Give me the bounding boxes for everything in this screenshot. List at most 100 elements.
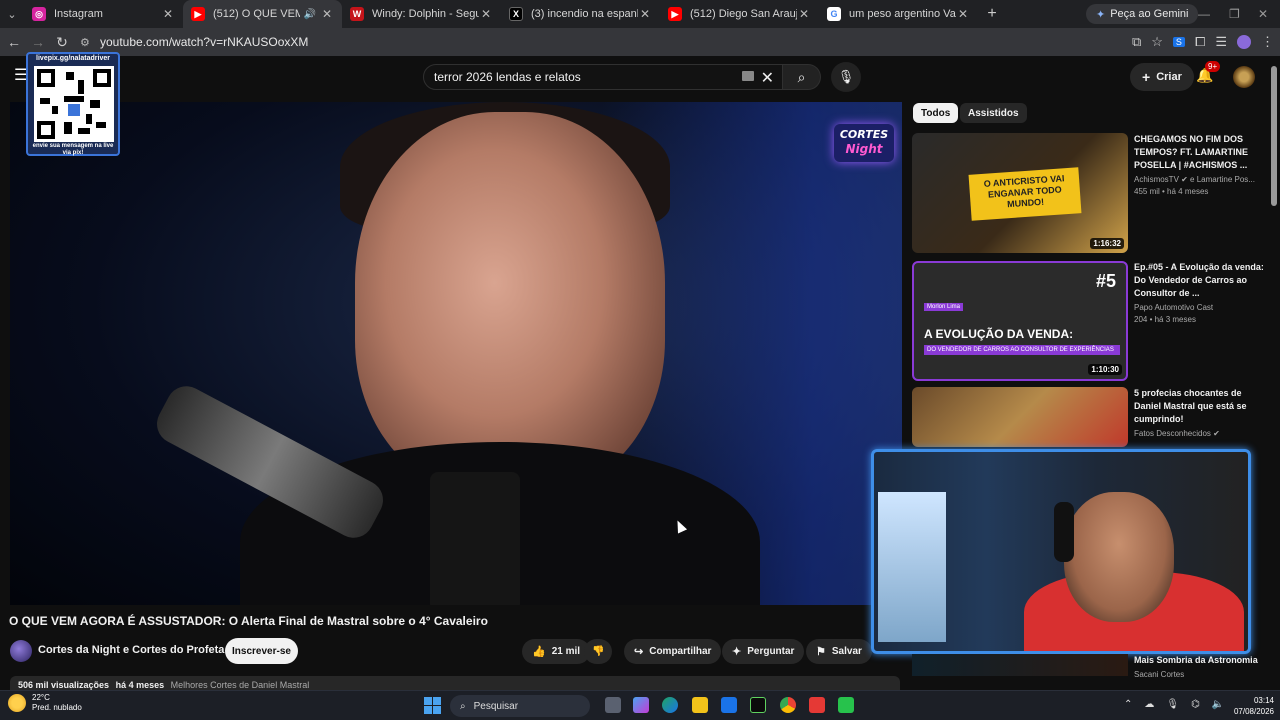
forward-icon[interactable]: → (26, 30, 50, 54)
chip-todos[interactable]: Todos (913, 103, 959, 123)
cloud-icon[interactable]: ☁ (1144, 699, 1154, 710)
bookmark-star-icon[interactable]: ☆ (1151, 34, 1163, 50)
file-explorer-icon[interactable] (692, 697, 708, 713)
task-view-icon[interactable] (605, 697, 621, 713)
recommendation-channel[interactable]: Fatos Desconhecidos ✔ (1134, 429, 1264, 438)
page-scrollbar[interactable] (1271, 66, 1277, 206)
description-box[interactable]: 506 mil visualizações há 4 meses Melhore… (10, 676, 900, 690)
dislike-button[interactable]: 👎 (584, 639, 613, 664)
app-chat-icon[interactable] (838, 697, 854, 713)
video-thumbnail[interactable] (912, 654, 1128, 676)
recommendation-title[interactable]: Ep.#05 - A Evolução da venda: Do Vendedo… (1134, 261, 1264, 300)
recommendation-channel[interactable]: AchismosTV ✔ e Lamartine Pos... (1134, 175, 1264, 184)
close-tab-icon[interactable]: ✕ (161, 7, 175, 21)
video-thumbnail[interactable]: O ANTICRISTO VAI ENGANAR TODO MUNDO! 1:1… (912, 133, 1128, 253)
clear-search-icon[interactable]: ✕ (761, 68, 774, 88)
recommendation-title[interactable]: CHEGAMOS NO FIM DOS TEMPOS? FT. LAMARTIN… (1134, 133, 1264, 172)
copilot-icon[interactable] (633, 697, 649, 713)
gemini-icon: ✦ (1096, 8, 1106, 21)
maximize-icon[interactable]: ❐ (1229, 0, 1240, 28)
livepix-qr-overlay: livepix.gg/nalatadriver envie sua mensag… (26, 52, 120, 156)
app-green-icon[interactable] (750, 697, 766, 713)
recommendation-item[interactable]: #5 Morlon Lima A EVOLUÇÃO DA VENDA: DO V… (912, 261, 1267, 381)
recommendation-title[interactable]: 5 profecias chocantes de Daniel Mastral … (1134, 387, 1264, 426)
install-app-icon[interactable]: ⧉ (1132, 34, 1141, 50)
share-button[interactable]: ↪ Compartilhar (624, 639, 722, 664)
tray-overflow-icon[interactable]: ⌃ (1124, 699, 1132, 710)
mic-tray-icon[interactable]: 🎙 (1166, 699, 1179, 710)
sparkle-icon: ✦ (732, 646, 742, 658)
video-thumbnail[interactable]: #5 Morlon Lima A EVOLUÇÃO DA VENDA: DO V… (912, 261, 1128, 381)
recommendation-item[interactable]: O ANTICRISTO VAI ENGANAR TODO MUNDO! 1:1… (912, 133, 1267, 253)
tab-instagram[interactable]: ◎ Instagram ✕ (24, 0, 183, 28)
youtube-icon: ▶ (668, 7, 682, 21)
extension-s-icon[interactable]: S (1172, 37, 1185, 47)
video-thumbnail[interactable] (912, 387, 1128, 447)
gemini-label: Peça ao Gemini (1110, 8, 1189, 20)
weather-widget[interactable]: 22°C Pred. nublado (8, 693, 82, 713)
recommendation-item[interactable]: 5 profecias chocantes de Daniel Mastral … (912, 387, 1267, 447)
clock-date: 07/08/2026 (1233, 707, 1274, 716)
new-tab-button[interactable]: + (978, 5, 1006, 23)
taskbar-search[interactable]: ⌕ Pesquisar (450, 695, 590, 717)
back-icon[interactable]: ← (2, 30, 26, 54)
tab-x-search[interactable]: X (3) incendio na espanha - Busc ✕ (501, 0, 660, 28)
extensions-puzzle-icon[interactable]: ⧠ (1195, 34, 1205, 50)
chrome-icon[interactable] (780, 697, 796, 713)
browser-menu-icon[interactable]: ⋮ (1261, 34, 1274, 50)
search-input[interactable] (434, 70, 734, 84)
thumbnail-number: #5 (1095, 271, 1116, 291)
tab-windy[interactable]: W Windy: Dolphin - Seguidor de ✕ (342, 0, 501, 28)
windows-start-icon[interactable] (424, 697, 441, 714)
thumbnail-subcaption: DO VENDEDOR DE CARROS AO CONSULTOR DE EX… (924, 345, 1120, 355)
share-icon: ↪ (634, 646, 644, 658)
tab-list-icon[interactable]: ☰ (1215, 34, 1227, 50)
search-button[interactable]: ⌕ (783, 64, 821, 90)
tab-google[interactable]: G um peso argentino Vale quanto ✕ (819, 0, 978, 28)
chip-assistidos[interactable]: Assistidos (960, 103, 1027, 123)
notifications-button[interactable]: 🔔 9+ (1196, 61, 1221, 84)
close-window-icon[interactable]: ✕ (1258, 0, 1268, 28)
site-info-icon[interactable]: ⚙ (80, 36, 100, 49)
store-icon[interactable] (721, 697, 737, 713)
recommendation-channel[interactable]: Papo Automotivo Cast (1134, 303, 1264, 312)
recommendation-item[interactable]: Mais Sombria da Astronomia Sacani Cortes (912, 654, 1267, 679)
account-avatar[interactable] (1233, 66, 1255, 88)
voice-search-button[interactable]: 🎙 (831, 62, 861, 92)
network-icon[interactable]: ⌬ (1191, 699, 1200, 710)
subscribe-button[interactable]: Inscrever-se (225, 638, 298, 664)
edge-icon[interactable] (662, 697, 678, 713)
app-red-icon[interactable] (809, 697, 825, 713)
close-tab-icon[interactable]: ✕ (956, 7, 970, 21)
tab-youtube-active[interactable]: ▶ (512) O QUE VEM AGORA É 🔊 ✕ (183, 0, 342, 28)
tab-youtube-2[interactable]: ▶ (512) Diego San Araujo - YouTu ✕ (660, 0, 819, 28)
ask-button[interactable]: ✦ Perguntar (722, 639, 805, 664)
speaker-icon[interactable]: 🔊 (304, 9, 316, 20)
save-button[interactable]: ⚑ Salvar (806, 639, 872, 664)
tab-search-icon[interactable]: ⌄ (0, 0, 24, 28)
address-bar: ← → ↻ ⚙ youtube.com/watch?v=rNKAUSOoxXM … (0, 28, 1280, 56)
youtube-header: ☰ ✕ ⌕ 🎙 + Criar 🔔 9+ (0, 56, 1280, 98)
close-tab-icon[interactable]: ✕ (320, 7, 334, 21)
video-microphone (430, 472, 520, 605)
minimize-icon[interactable]: — (1198, 0, 1210, 28)
recommendation-channel[interactable]: Sacani Cortes (1134, 670, 1184, 679)
close-tab-icon[interactable]: ✕ (479, 7, 493, 21)
keyboard-icon[interactable] (742, 71, 754, 81)
close-tab-icon[interactable]: ✕ (638, 7, 652, 21)
gemini-button[interactable]: ✦ Peça ao Gemini (1086, 4, 1199, 24)
duration-badge: 1:16:32 (1090, 238, 1124, 249)
like-button[interactable]: 👍 21 mil (522, 639, 591, 664)
reload-icon[interactable]: ↻ (50, 30, 74, 54)
channel-name[interactable]: Cortes da Night e Cortes do Profeta (38, 644, 224, 656)
url-field[interactable]: ⚙ youtube.com/watch?v=rNKAUSOoxXM (80, 30, 1140, 54)
recommendation-title[interactable]: Mais Sombria da Astronomia (1134, 655, 1258, 665)
x-icon: X (509, 7, 523, 21)
system-clock[interactable]: 03:14 07/08/2026 (1222, 695, 1274, 717)
create-button[interactable]: + Criar (1130, 63, 1194, 91)
search-box[interactable]: ✕ (423, 64, 783, 90)
channel-avatar[interactable] (10, 640, 32, 662)
video-player[interactable]: CORTES Night (10, 102, 902, 605)
close-tab-icon[interactable]: ✕ (797, 7, 811, 21)
profile-avatar-icon[interactable] (1237, 35, 1251, 49)
